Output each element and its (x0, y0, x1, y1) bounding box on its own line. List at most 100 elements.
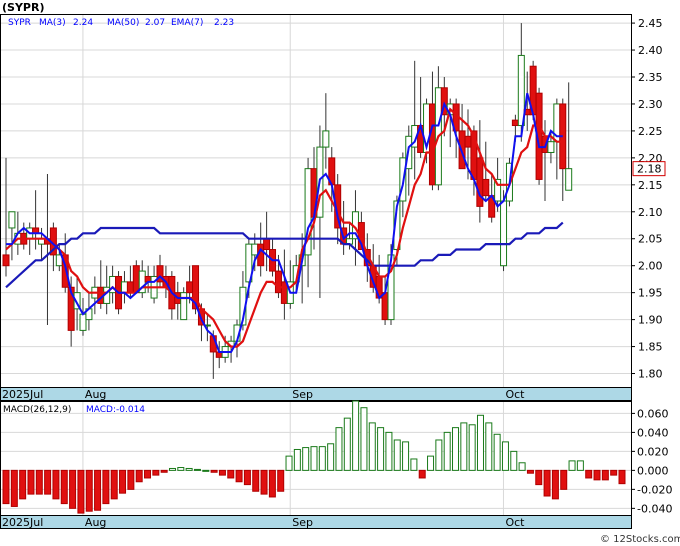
macd-bar-negative (252, 469, 260, 492)
macd-bar-positive (443, 431, 451, 471)
macd-bar-negative (135, 469, 143, 483)
macd-bar-negative (2, 469, 10, 505)
macd-bar-negative (585, 469, 593, 479)
macd-bar-negative (551, 469, 559, 500)
macd-bar-positive (385, 431, 393, 471)
macd-tick-label: -0.020 (637, 483, 672, 496)
macd-bar-positive (493, 433, 501, 471)
price-tick-label: 1.90 (638, 314, 663, 327)
macd-bar-negative (60, 469, 68, 505)
candle-up (8, 211, 16, 229)
macd-y-axis: 0.060 0.040 0.020 0.000 -0.020 -0.040 (631, 407, 672, 515)
price-tick-label: 2.15 (638, 179, 663, 192)
candle-down (126, 281, 134, 294)
candle-up (547, 141, 555, 153)
macd-bar-negative (543, 469, 551, 497)
macd-bar-negative (227, 469, 235, 479)
price-tick-label: 2.45 (638, 17, 663, 30)
price-tick-label: 1.80 (638, 368, 663, 381)
macd-bar-positive (177, 467, 185, 471)
candle-down (464, 135, 472, 148)
macd-bar-positive (452, 427, 460, 471)
candle-up (79, 313, 87, 331)
macd-bar-negative (260, 469, 268, 495)
last-price-marker: 2.18 (632, 161, 666, 177)
macd-bar-positive (410, 458, 418, 471)
legend-ma3-label: MA(3) (39, 18, 66, 28)
macd-bar-negative (27, 469, 35, 495)
macd-bar-negative (235, 469, 243, 483)
candle-up (565, 168, 573, 191)
candle-up (251, 243, 259, 256)
last-price-label: 2.18 (637, 163, 662, 176)
candle-down (476, 157, 484, 207)
macd-bar-negative (52, 469, 60, 500)
candle-up (180, 292, 188, 321)
macd-bar-positive (193, 468, 201, 471)
macd-bar-negative (152, 469, 160, 476)
macd-bar-positive (402, 441, 410, 471)
chart-title: (SYPR) (2, 1, 44, 14)
candle-down (263, 238, 271, 251)
legend-ma50-value: 2.07 (145, 18, 165, 28)
macd-bar-negative (94, 469, 102, 511)
macd-bar-negative (119, 469, 127, 494)
price-x-label: Sep (292, 388, 313, 401)
macd-bar-negative (160, 469, 168, 473)
macd-bar-positive (293, 448, 301, 471)
candle-up (120, 281, 128, 294)
macd-x-label: 2025Jul (2, 516, 43, 529)
stock-chart: 2.452.402.352.302.252.202.152.102.052.00… (0, 1, 680, 545)
price-y-axis: 2.452.402.352.302.252.202.152.102.052.00… (631, 17, 663, 381)
macd-bar-positive (185, 467, 193, 471)
macd-bar-positive (468, 424, 476, 471)
macd-tick-label: 0.020 (637, 445, 669, 458)
candle-down (381, 292, 389, 321)
macd-value: MACD:-0.014 (86, 405, 145, 415)
macd-bar-positive (435, 439, 443, 471)
macd-bar-negative (243, 469, 251, 486)
macd-bar-negative (44, 469, 52, 495)
macd-bar-positive (518, 462, 526, 471)
macd-bar-negative (610, 469, 618, 476)
candle-up (322, 130, 330, 148)
price-tick-label: 2.40 (638, 44, 663, 57)
macd-tick-label: 0.000 (637, 464, 669, 477)
macd-bar-negative (535, 469, 543, 486)
price-tick-label: 2.05 (638, 233, 663, 246)
price-tick-label: 2.35 (638, 71, 663, 84)
candle-down (2, 254, 10, 267)
macd-bar-negative (210, 469, 218, 473)
macd-bar-negative (110, 469, 118, 500)
macd-bar-positive (460, 422, 468, 471)
macd-bar-negative (218, 469, 226, 476)
macd-bar-negative (77, 469, 85, 514)
legend-ema7-value: 2.23 (214, 18, 234, 28)
macd-bar-positive (576, 460, 584, 471)
macd-bar-positive (393, 439, 401, 471)
candle-down (274, 270, 282, 294)
price-x-label: 2025Jul (2, 388, 43, 401)
macd-bar-positive (427, 455, 435, 471)
legend-ema7-label: EMA(7) (171, 18, 203, 28)
macd-x-label: Aug (85, 516, 106, 529)
legend-symbol: SYPR (8, 18, 31, 28)
macd-bar-positive (318, 446, 326, 471)
macd-bar-positive (568, 460, 576, 471)
price-tick-label: 2.10 (638, 206, 663, 219)
candle-down (132, 265, 140, 294)
macd-bar-positive (360, 407, 368, 471)
macd-bar-positive (485, 422, 493, 471)
macd-bar-positive (168, 467, 176, 471)
macd-tick-label: -0.040 (637, 502, 672, 515)
macd-bar-positive (202, 469, 210, 472)
macd-bar-negative (277, 469, 285, 492)
watermark: © 12Stocks.com (600, 534, 680, 545)
macd-bar-positive (352, 400, 360, 471)
price-legend: SYPR MA(3) 2.24 MA(50) 2.07 EMA(7) 2.23 (8, 18, 234, 28)
macd-bar-positive (343, 417, 351, 471)
candle-down (482, 178, 490, 197)
macd-bar-positive (501, 441, 509, 471)
macd-bar-positive (377, 427, 385, 471)
macd-bar-positive (476, 414, 484, 471)
